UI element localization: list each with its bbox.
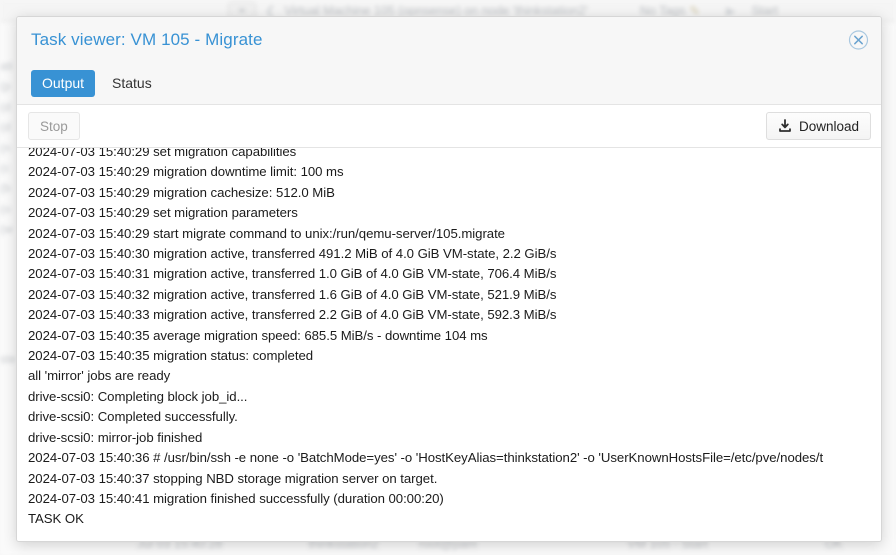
log-line: 2024-07-03 15:40:36 # /usr/bin/ssh -e no… <box>28 450 824 466</box>
log-line: 2024-07-03 15:40:33 migration active, tr… <box>28 307 557 323</box>
log-line: drive-scsi0: Completing block job_id... <box>28 388 248 404</box>
tab-status[interactable]: Status <box>99 70 163 97</box>
dialog-toolbar: Stop Download <box>17 105 881 148</box>
stop-button-label: Stop <box>40 118 68 134</box>
tab-output[interactable]: Output <box>31 70 96 97</box>
log-line: 2024-07-03 15:40:29 migration cachesize:… <box>28 184 335 200</box>
download-icon <box>778 119 792 133</box>
task-output-panel[interactable]: 2024-07-03 15:40:29 set migration capabi… <box>17 148 881 541</box>
log-line: 2024-07-03 15:40:31 migration active, tr… <box>28 266 557 282</box>
log-line: all 'mirror' jobs are ready <box>28 368 171 384</box>
log-line: TASK OK <box>28 511 84 527</box>
log-line: 2024-07-03 15:40:37 stopping NBD storage… <box>28 470 438 486</box>
close-icon[interactable] <box>848 30 869 51</box>
log-line: 2024-07-03 15:40:29 set migration parame… <box>28 205 298 221</box>
log-line: 2024-07-03 15:40:29 set migration capabi… <box>28 148 297 159</box>
dialog-title: Task viewer: VM 105 - Migrate <box>31 30 263 49</box>
log-line: 2024-07-03 15:40:35 average migration sp… <box>28 327 488 343</box>
log-line: 2024-07-03 15:40:35 migration status: co… <box>28 348 314 364</box>
log-line: 2024-07-03 15:40:41 migration finished s… <box>28 490 444 506</box>
dialog-tabbar: Output Status <box>17 63 881 105</box>
task-log-list: 2024-07-03 15:40:29 set migration capabi… <box>17 148 881 530</box>
download-button-label: Download <box>798 118 859 134</box>
log-line: 2024-07-03 15:40:32 migration active, tr… <box>28 286 557 302</box>
download-button[interactable]: Download <box>765 112 871 140</box>
background-side-fragment: ste <box>0 352 17 366</box>
log-line: drive-scsi0: Completed successfully. <box>28 409 238 425</box>
log-line: 2024-07-03 15:40:29 migration downtime l… <box>28 164 344 180</box>
log-line: drive-scsi0: mirror-job finished <box>28 429 203 445</box>
log-line: 2024-07-03 15:40:30 migration active, tr… <box>28 246 557 262</box>
dialog-header: Task viewer: VM 105 - Migrate <box>17 17 881 63</box>
task-viewer-dialog: Task viewer: VM 105 - Migrate Output Sta… <box>16 16 882 542</box>
stop-button[interactable]: Stop <box>28 112 80 140</box>
log-line: 2024-07-03 15:40:29 start migrate comman… <box>28 225 505 241</box>
